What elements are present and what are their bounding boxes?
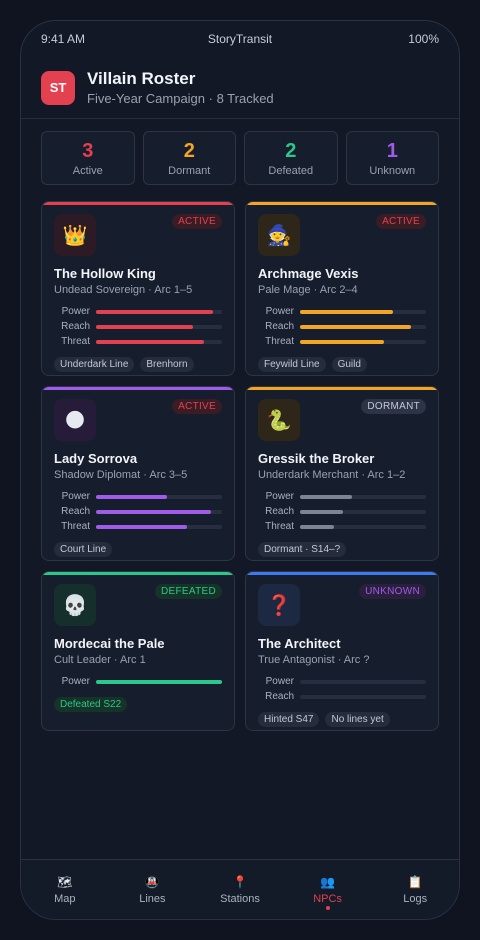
tag: No lines yet bbox=[325, 712, 390, 727]
tab-label: Logs bbox=[403, 892, 428, 905]
status-badge: ACTIVE bbox=[172, 214, 222, 229]
tab-label: Map bbox=[54, 892, 76, 905]
villain-role: Shadow Diplomat · Arc 3–5 bbox=[54, 469, 188, 481]
villain-card[interactable]: 🌑 ACTIVE Lady Sorrova Shadow Diplomat · … bbox=[41, 386, 235, 561]
stat-active[interactable]: 3 Active bbox=[41, 131, 135, 185]
status-badge: DEFEATED bbox=[155, 584, 222, 599]
stats-row: 3 Active 2 Dormant 2 Defeated 1 Unknown bbox=[21, 119, 459, 185]
stat-defeated[interactable]: 2 Defeated bbox=[244, 131, 338, 185]
clipboard-icon: 📋 bbox=[407, 874, 423, 889]
stat-bar-threat: Threat bbox=[54, 519, 222, 534]
villain-card[interactable]: ❓ UNKNOWN The Architect True Antagonist … bbox=[245, 571, 439, 731]
status-time: 9:41 AM bbox=[41, 32, 86, 46]
villain-card[interactable]: 💀 DEFEATED Mordecai the Pale Cult Leader… bbox=[41, 571, 235, 731]
stat-bar-reach: Reach bbox=[258, 319, 426, 334]
villain-name: The Architect bbox=[258, 636, 341, 651]
tab-label: Stations bbox=[220, 892, 260, 905]
villain-card[interactable]: 👑 ACTIVE The Hollow King Undead Sovereig… bbox=[41, 201, 235, 376]
stat-label: Defeated bbox=[268, 164, 314, 177]
tab-label: Lines bbox=[139, 892, 166, 905]
villain-name: Archmage Vexis bbox=[258, 266, 359, 281]
villain-name: Lady Sorrova bbox=[54, 451, 138, 466]
villain-grid: 👑 ACTIVE The Hollow King Undead Sovereig… bbox=[21, 185, 459, 731]
villain-name: The Hollow King bbox=[54, 266, 156, 281]
question-icon: ❓ bbox=[258, 584, 300, 626]
stat-bar-power: Power bbox=[54, 304, 222, 319]
map-icon: 🗺 bbox=[57, 874, 73, 889]
active-tab-dot bbox=[325, 906, 330, 910]
tag: Defeated S22 bbox=[54, 697, 128, 712]
villain-card[interactable]: 🧙 ACTIVE Archmage Vexis Pale Mage · Arc … bbox=[245, 201, 439, 376]
status-battery: 100% bbox=[408, 32, 439, 46]
tab-stations[interactable]: 📍 Stations bbox=[196, 860, 284, 919]
tag: Dormant · S14–? bbox=[258, 542, 347, 557]
tab-label: NPCs bbox=[313, 892, 342, 905]
stat-bar-power: Power bbox=[54, 674, 222, 689]
tab-lines[interactable]: 🚇 Lines bbox=[109, 860, 197, 919]
villain-role: True Antagonist · Arc ? bbox=[258, 654, 370, 666]
crown-icon: 👑 bbox=[54, 214, 96, 256]
tag: Underdark Line bbox=[54, 357, 135, 372]
stat-bar-reach: Reach bbox=[258, 504, 426, 519]
stat-label: Active bbox=[72, 164, 103, 177]
page-header: ST Villain Roster Five-Year Campaign · 8… bbox=[21, 57, 459, 119]
tab-logs[interactable]: 📋 Logs bbox=[371, 860, 459, 919]
phone-frame: 9:41 AM StoryTransit 100% ST Villain Ros… bbox=[20, 20, 460, 920]
people-icon: 👥 bbox=[320, 874, 336, 889]
bottom-tab-bar: 🗺 Map 🚇 Lines 📍 Stations 👥 NPCs 📋 Logs bbox=[21, 859, 459, 919]
tab-map[interactable]: 🗺 Map bbox=[21, 860, 109, 919]
pin-icon: 📍 bbox=[232, 874, 248, 889]
status-app-name: StoryTransit bbox=[207, 32, 273, 46]
status-badge: DORMANT bbox=[361, 399, 426, 414]
stat-bar-power: Power bbox=[258, 489, 426, 504]
villain-role: Undead Sovereign · Arc 1–5 bbox=[54, 284, 193, 296]
stat-label: Unknown bbox=[369, 164, 416, 177]
stat-bar-power: Power bbox=[54, 489, 222, 504]
villain-role: Cult Leader · Arc 1 bbox=[54, 654, 146, 666]
stat-bar-power: Power bbox=[258, 674, 426, 689]
stat-bar-reach: Reach bbox=[54, 504, 222, 519]
stat-bar-threat: Threat bbox=[54, 334, 222, 349]
status-badge: ACTIVE bbox=[376, 214, 426, 229]
tab-npcs[interactable]: 👥 NPCs bbox=[284, 860, 372, 919]
shadow-orb-icon: 🌑 bbox=[54, 399, 96, 441]
status-bar: 9:41 AM StoryTransit 100% bbox=[21, 21, 459, 57]
stat-value: 2 bbox=[183, 139, 195, 162]
stat-value: 2 bbox=[285, 139, 297, 162]
stat-bar-power: Power bbox=[258, 304, 426, 319]
villain-role: Pale Mage · Arc 2–4 bbox=[258, 284, 358, 296]
tag: Feywild Line bbox=[258, 357, 326, 372]
stat-bar-threat: Threat bbox=[258, 519, 426, 534]
stat-bar-reach: Reach bbox=[54, 319, 222, 334]
villain-role: Underdark Merchant · Arc 1–2 bbox=[258, 469, 406, 481]
tag: Hinted S47 bbox=[258, 712, 320, 727]
stat-value: 3 bbox=[82, 139, 94, 162]
villain-name: Mordecai the Pale bbox=[54, 636, 165, 651]
train-icon: 🚇 bbox=[144, 874, 160, 889]
tag: Guild bbox=[331, 357, 367, 372]
status-badge: ACTIVE bbox=[172, 399, 222, 414]
status-badge: UNKNOWN bbox=[359, 584, 426, 599]
snake-icon: 🐍 bbox=[258, 399, 300, 441]
villain-card[interactable]: 🐍 DORMANT Gressik the Broker Underdark M… bbox=[245, 386, 439, 561]
stat-dormant[interactable]: 2 Dormant bbox=[142, 131, 236, 185]
stat-bar-reach: Reach bbox=[258, 689, 426, 704]
tag: Court Line bbox=[54, 542, 113, 557]
stat-label: Dormant bbox=[168, 164, 211, 177]
app-logo: ST bbox=[41, 70, 75, 105]
villain-name: Gressik the Broker bbox=[258, 451, 375, 466]
skull-icon: 💀 bbox=[54, 584, 96, 626]
stat-bar-threat: Threat bbox=[258, 334, 426, 349]
mage-icon: 🧙 bbox=[258, 214, 300, 256]
page-subtitle: Five-Year Campaign · 8 Tracked bbox=[87, 91, 274, 106]
page-title: Villain Roster bbox=[87, 69, 196, 88]
stat-unknown[interactable]: 1 Unknown bbox=[345, 131, 439, 185]
stat-value: 1 bbox=[386, 139, 398, 162]
tag: Brenhorn bbox=[140, 357, 194, 372]
